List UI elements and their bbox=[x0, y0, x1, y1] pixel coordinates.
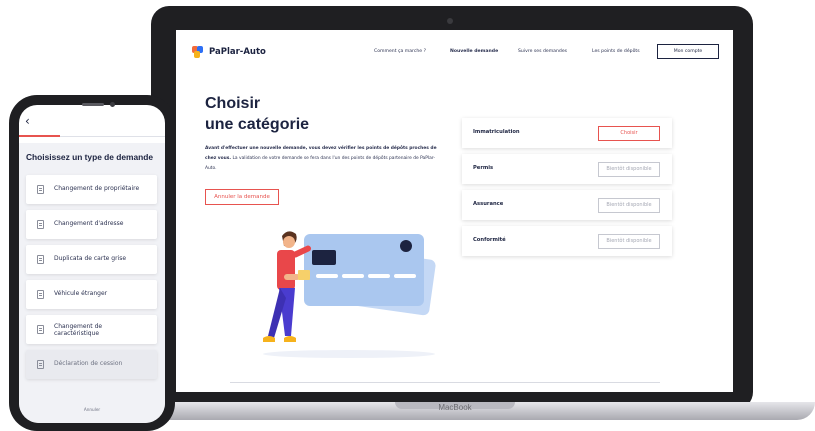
phone-title: Choisissez un type de demande bbox=[26, 152, 154, 162]
illustration bbox=[263, 231, 436, 358]
category-card-assurance: Assurance Bientôt disponible bbox=[462, 190, 672, 220]
laptop-brand: MacBook bbox=[438, 403, 472, 412]
nav-new-request[interactable]: Nouvelle demande bbox=[450, 49, 498, 54]
phone-camera-icon bbox=[110, 102, 115, 107]
list-item[interactable]: Changement de propriétaire bbox=[26, 175, 157, 204]
list-item-label: Duplicata de carte grise bbox=[54, 255, 127, 262]
nav-how-it-works[interactable]: Comment ça marche ? bbox=[374, 49, 426, 54]
page-title: Choisir une catégorie bbox=[205, 93, 309, 135]
list-item[interactable]: Changement d'adresse bbox=[26, 210, 157, 239]
list-item-label: Véhicule étranger bbox=[54, 290, 108, 297]
list-item-label: Changement de caractéristique bbox=[54, 323, 103, 337]
phone-speaker bbox=[82, 103, 104, 106]
illustration-shadow bbox=[263, 350, 435, 358]
choose-button[interactable]: Choisir bbox=[598, 126, 660, 141]
front-credit-card-icon bbox=[304, 234, 424, 306]
list-item-label: Changement d'adresse bbox=[54, 220, 124, 227]
category-card-immatriculation: Immatriculation Choisir bbox=[462, 118, 672, 148]
nav-track-requests[interactable]: Suivre ses demandes bbox=[518, 49, 567, 54]
footer-divider bbox=[230, 382, 660, 383]
logo-text: PaPlar-Auto bbox=[209, 47, 266, 57]
document-icon bbox=[37, 255, 44, 264]
category-name: Assurance bbox=[473, 201, 504, 207]
document-icon bbox=[37, 360, 44, 369]
account-button[interactable]: Mon compte bbox=[657, 44, 719, 59]
page-title-line2: une catégorie bbox=[205, 116, 310, 133]
category-name: Immatriculation bbox=[473, 129, 520, 135]
coming-soon-button[interactable]: Bientôt disponible bbox=[598, 234, 660, 249]
category-card-permis: Permis Bientôt disponible bbox=[462, 154, 672, 184]
coming-soon-button[interactable]: Bientôt disponible bbox=[598, 198, 660, 213]
document-icon bbox=[37, 220, 44, 229]
coming-soon-button[interactable]: Bientôt disponible bbox=[598, 162, 660, 177]
list-item[interactable]: Duplicata de carte grise bbox=[26, 245, 157, 274]
document-icon bbox=[37, 185, 44, 194]
list-item-label: Changement de propriétaire bbox=[54, 185, 140, 192]
list-item[interactable]: Véhicule étranger bbox=[26, 280, 157, 309]
laptop-screen: PaPlar-Auto Comment ça marche ? Nouvelle… bbox=[176, 30, 733, 392]
phone-cancel-link[interactable]: Annuler bbox=[19, 407, 165, 412]
category-name: Conformité bbox=[473, 237, 506, 243]
progress-fill bbox=[19, 135, 60, 137]
chevron-left-icon[interactable]: ‹ bbox=[25, 115, 30, 127]
cancel-request-button[interactable]: Annuler la demande bbox=[205, 189, 279, 205]
category-name: Permis bbox=[473, 165, 494, 171]
description-rest: La validation de votre demande se fera d… bbox=[205, 156, 435, 171]
list-item-label: Déclaration de cession bbox=[54, 360, 123, 367]
logo-mark-icon bbox=[192, 46, 203, 58]
document-icon bbox=[37, 290, 44, 299]
page-description: Avant d'effectuer une nouvelle demande, … bbox=[205, 144, 445, 174]
page-title-line1: Choisir bbox=[205, 95, 261, 112]
nav-drop-points[interactable]: Les points de dépôts bbox=[592, 49, 640, 54]
category-card-conformite: Conformité Bientôt disponible bbox=[462, 226, 672, 256]
phone-screen: ‹ Choisissez un type de demande Changeme… bbox=[19, 105, 165, 423]
document-icon bbox=[37, 325, 44, 334]
site-logo[interactable]: PaPlar-Auto bbox=[192, 46, 266, 58]
list-item[interactable]: Déclaration de cession bbox=[26, 350, 157, 379]
list-item[interactable]: Changement de caractéristique bbox=[26, 315, 157, 344]
camera-icon bbox=[447, 18, 453, 24]
